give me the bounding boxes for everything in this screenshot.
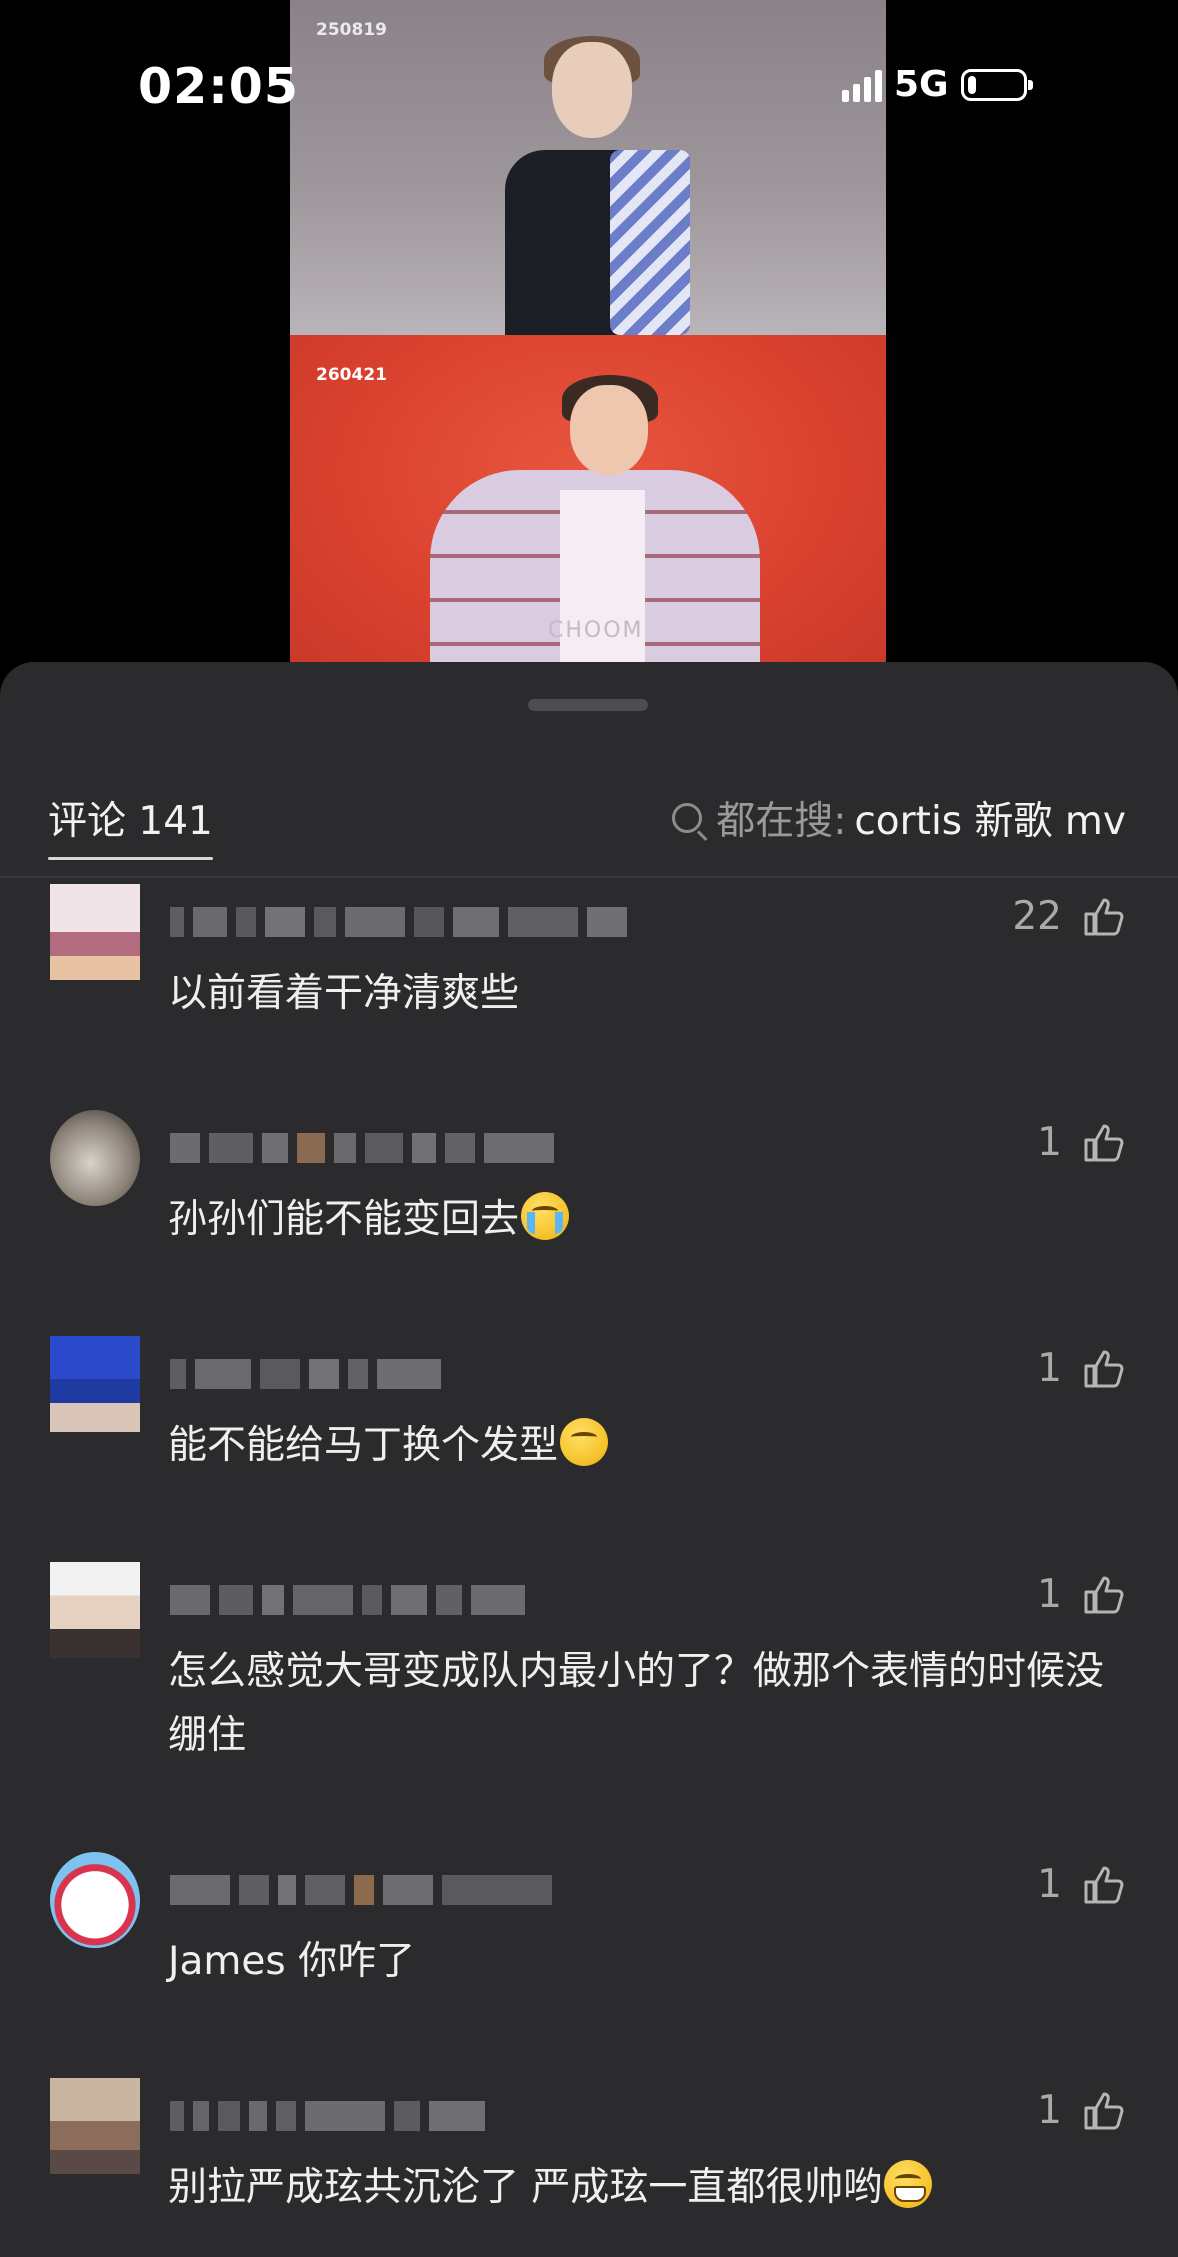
striped-scarf (610, 150, 690, 335)
comment-text-content: 能不能给马丁换个发型 (168, 1423, 559, 1468)
person-shirt (560, 490, 645, 680)
avatar[interactable] (50, 1852, 140, 1948)
battery-level (967, 75, 976, 94)
like-count: 1 (1037, 2088, 1062, 2133)
avatar[interactable] (50, 1336, 140, 1432)
frame-date-label: 250819 (316, 20, 387, 40)
thumbs-up-icon[interactable] (1082, 1346, 1126, 1390)
thumbs-up-icon[interactable] (1082, 2088, 1126, 2132)
person-head (570, 385, 648, 475)
avatar[interactable] (50, 1110, 140, 1206)
choom-logo: CHOOM (548, 618, 644, 643)
thumbs-up-icon[interactable] (1082, 1120, 1126, 1164)
status-indicators: 5G (842, 64, 1033, 105)
comment-text: James 你咋了 (168, 1939, 416, 1984)
video-preview[interactable]: 250819 260421 CHOOM (290, 0, 886, 680)
comment-text: 别拉严成玹共沉沦了 严成玹一直都很帅哟 (168, 2156, 1118, 2220)
battery-icon (960, 68, 1033, 101)
username-blurred[interactable] (170, 904, 627, 940)
frame-date-label: 260421 (316, 365, 387, 385)
thumbs-up-icon[interactable] (1082, 1862, 1126, 1906)
comments-header: 评论 141 都在搜: cortis 新歌 mv (0, 662, 1178, 876)
comments-panel: 评论 141 都在搜: cortis 新歌 mv 22 以前看着干净清爽些 1 … (0, 662, 1178, 2257)
search-term: cortis 新歌 mv (854, 799, 1126, 844)
like-count: 1 (1037, 1346, 1062, 1391)
comment-text-content: 孙孙们能不能变回去 (168, 1197, 520, 1242)
search-icon (672, 803, 703, 833)
like-count: 1 (1037, 1862, 1062, 1907)
thumbs-up-icon[interactable] (1082, 1572, 1126, 1616)
tab-comments[interactable]: 评论 141 (48, 790, 213, 860)
thumbs-up-icon[interactable] (1082, 894, 1126, 938)
comment-text: 怎么感觉大哥变成队内最小的了？做那个表情的时候没绷住 (168, 1649, 1105, 1758)
comment-text: 孙孙们能不能变回去 (168, 1188, 1118, 1252)
signal-icon (842, 68, 882, 102)
loudly-crying-emoji (521, 1192, 570, 1240)
like-count: 1 (1037, 1120, 1062, 1165)
drag-handle[interactable] (528, 699, 648, 711)
network-type: 5G (894, 64, 949, 105)
grinning-emoji (884, 2160, 933, 2208)
avatar[interactable] (50, 884, 140, 980)
comment-text: 能不能给马丁换个发型 (168, 1414, 1118, 1478)
username-blurred[interactable] (170, 1356, 441, 1392)
person-head (552, 42, 632, 138)
trending-search[interactable]: 都在搜: cortis 新歌 mv (672, 790, 1126, 846)
video-frame-top: 250819 (290, 0, 886, 335)
comment-text-content: 别拉严成玹共沉沦了 严成玹一直都很帅哟 (168, 2165, 883, 2210)
avatar[interactable] (50, 2078, 140, 2174)
avatar[interactable] (50, 1562, 140, 1658)
search-prefix: 都在搜: (716, 799, 847, 844)
username-blurred[interactable] (170, 2098, 485, 2134)
crying-laughing-emoji (560, 1418, 609, 1466)
username-blurred[interactable] (170, 1872, 552, 1908)
divider (0, 876, 1178, 878)
status-time: 02:05 (138, 58, 299, 115)
like-count: 1 (1037, 1572, 1062, 1617)
username-blurred[interactable] (170, 1130, 554, 1166)
comment-text: 以前看着干净清爽些 (168, 971, 520, 1016)
username-blurred[interactable] (170, 1582, 525, 1618)
like-count: 22 (1012, 894, 1062, 939)
